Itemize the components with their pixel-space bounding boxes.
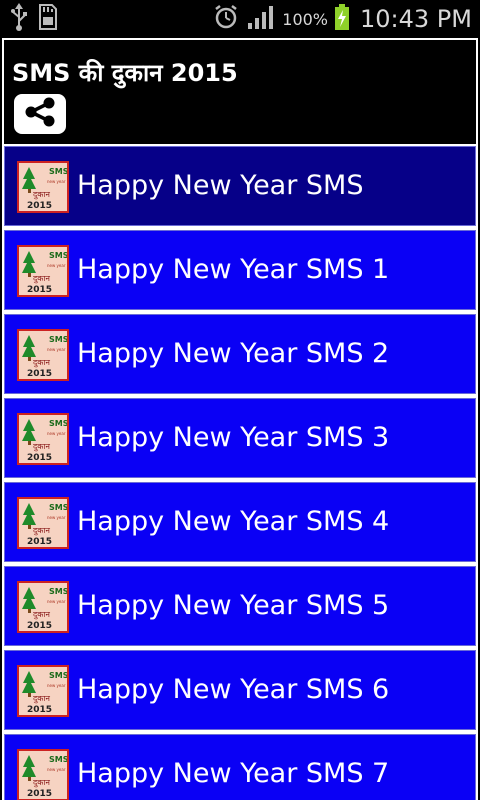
signal-icon (246, 3, 276, 35)
sms-category-list[interactable]: SMS new year दुकान 2015 Happy New Year S… (4, 146, 476, 800)
svg-text:SMS: SMS (49, 335, 67, 344)
svg-text:दुकान: दुकान (33, 274, 50, 284)
list-item-label: Happy New Year SMS 4 (77, 506, 390, 537)
list-item-label: Happy New Year SMS 2 (77, 338, 390, 369)
usb-icon (10, 3, 28, 35)
clock: 10:43 PM (360, 5, 472, 33)
svg-text:SMS: SMS (49, 671, 67, 680)
svg-text:new year: new year (47, 515, 66, 520)
svg-text:2015: 2015 (27, 705, 52, 715)
share-icon (23, 97, 57, 131)
svg-text:दुकान: दुकान (33, 694, 50, 704)
sms-app-logo-icon: SMS new year दुकान 2015 (17, 749, 69, 800)
svg-text:SMS: SMS (49, 167, 67, 176)
svg-text:new year: new year (47, 431, 66, 436)
svg-text:new year: new year (47, 599, 66, 604)
svg-text:2015: 2015 (27, 789, 52, 799)
alarm-icon (212, 3, 240, 35)
svg-text:new year: new year (47, 263, 66, 268)
list-item[interactable]: SMS new year दुकान 2015 Happy New Year S… (4, 650, 476, 730)
svg-text:SMS: SMS (49, 251, 67, 260)
sms-app-logo-icon: SMS new year दुकान 2015 (17, 413, 69, 465)
svg-text:SMS: SMS (49, 755, 67, 764)
svg-text:new year: new year (47, 347, 66, 352)
list-item-label: Happy New Year SMS 5 (77, 590, 390, 621)
svg-text:new year: new year (47, 683, 66, 688)
list-item[interactable]: SMS new year दुकान 2015 Happy New Year S… (4, 230, 476, 310)
svg-text:new year: new year (47, 179, 66, 184)
list-item[interactable]: SMS new year दुकान 2015 Happy New Year S… (4, 482, 476, 562)
svg-text:2015: 2015 (27, 285, 52, 295)
app-window: SMS की दुकान 2015 SMS new year दुकान 201… (2, 38, 478, 800)
svg-text:2015: 2015 (27, 201, 52, 211)
sms-app-logo-icon: SMS new year दुकान 2015 (17, 245, 69, 297)
svg-text:दुकान: दुकान (33, 358, 50, 368)
status-bar-left (10, 3, 58, 35)
sms-app-logo-icon: SMS new year दुकान 2015 (17, 329, 69, 381)
list-item[interactable]: SMS new year दुकान 2015 Happy New Year S… (4, 734, 476, 800)
sms-app-logo-icon: SMS new year दुकान 2015 (17, 581, 69, 633)
action-bar: SMS की दुकान 2015 (4, 40, 476, 144)
svg-text:दुकान: दुकान (33, 190, 50, 200)
list-item-label: Happy New Year SMS (77, 170, 364, 201)
list-item-label: Happy New Year SMS 7 (77, 758, 390, 789)
svg-text:दुकान: दुकान (33, 778, 50, 788)
sms-app-logo-icon: SMS new year दुकान 2015 (17, 665, 69, 717)
svg-text:SMS: SMS (49, 419, 67, 428)
sms-app-logo-icon: SMS new year दुकान 2015 (17, 497, 69, 549)
list-item-label: Happy New Year SMS 3 (77, 422, 390, 453)
status-bar-right: 100% 10:43 PM (212, 0, 472, 38)
svg-text:2015: 2015 (27, 369, 52, 379)
list-item[interactable]: SMS new year दुकान 2015 Happy New Year S… (4, 566, 476, 646)
share-button[interactable] (14, 94, 66, 134)
list-item-label: Happy New Year SMS 1 (77, 254, 390, 285)
svg-text:SMS: SMS (49, 503, 67, 512)
sms-app-logo-icon: SMS new year दुकान 2015 (17, 161, 69, 213)
svg-text:दुकान: दुकान (33, 526, 50, 536)
svg-text:दुकान: दुकान (33, 442, 50, 452)
status-bar: 100% 10:43 PM (0, 0, 480, 38)
sd-card-icon (36, 3, 58, 35)
list-item[interactable]: SMS new year दुकान 2015 Happy New Year S… (4, 146, 476, 226)
list-item-label: Happy New Year SMS 6 (77, 674, 390, 705)
list-item[interactable]: SMS new year दुकान 2015 Happy New Year S… (4, 398, 476, 478)
svg-text:2015: 2015 (27, 453, 52, 463)
svg-text:2015: 2015 (27, 621, 52, 631)
svg-text:new year: new year (47, 767, 66, 772)
battery-icon (334, 3, 350, 35)
app-title: SMS की दुकान 2015 (12, 59, 238, 87)
list-item[interactable]: SMS new year दुकान 2015 Happy New Year S… (4, 314, 476, 394)
svg-text:दुकान: दुकान (33, 610, 50, 620)
svg-text:2015: 2015 (27, 537, 52, 547)
svg-text:SMS: SMS (49, 587, 67, 596)
battery-percent: 100% (282, 9, 329, 29)
